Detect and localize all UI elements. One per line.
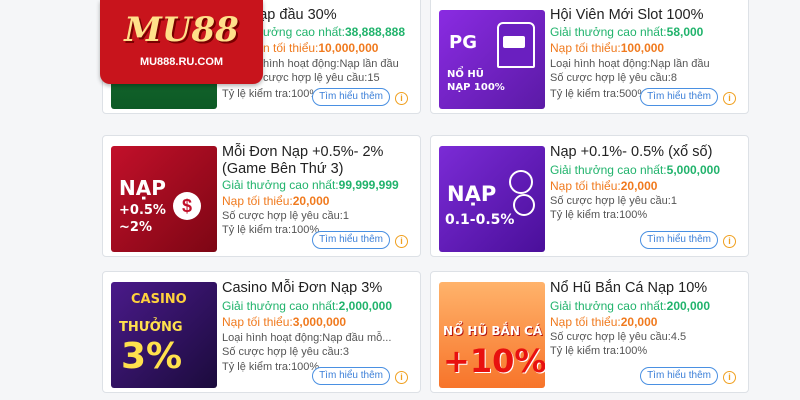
max-reward: Giải thưởng cao nhất:5,000,000 — [550, 163, 721, 177]
check-rate: Tỷ lệ kiểm tra:100% — [550, 345, 648, 357]
max-reward: ưởng cao nhất:38,888,888 — [263, 25, 406, 39]
thumb-title: CASINO — [131, 292, 187, 307]
promo-card-fish-slot[interactable]: NỔ HŨ BẮN CÁ +10% Nổ Hũ Bắn Cá Nạp 10% G… — [430, 271, 749, 393]
max-reward: Giải thưởng cao nhất:99,999,999 — [222, 178, 399, 192]
check-rate: Tỷ lệ kiểm tra:100% — [222, 88, 320, 100]
info-icon[interactable]: i — [723, 235, 736, 248]
promo-info: Hội Viên Mới Slot 100% Giải thưởng cao n… — [550, 0, 742, 113]
brand-logo[interactable]: MU88 MU888.RU.COM — [100, 0, 263, 84]
min-deposit: n tối thiểu:10,000,000 — [263, 41, 379, 55]
min-deposit: Nạp tối thiểu:100,000 — [550, 41, 665, 55]
thumb-caption: NỔ HŨ NẠP 100% — [447, 69, 505, 93]
promo-title: Hội Viên Mới Slot 100% — [550, 7, 704, 23]
activity-type: Loại hình hoạt động:Nạp đầu mỗ... — [222, 332, 392, 344]
promo-thumbnail: NẠP 0.1-0.5% — [439, 146, 545, 252]
info-icon[interactable]: i — [723, 371, 736, 384]
promo-info: Nạp +0.1%- 0.5% (xổ số) Giải thưởng cao … — [550, 136, 742, 256]
max-reward: Giải thưởng cao nhất:200,000 — [550, 299, 711, 313]
activity-type: Loại hình hoạt động:Nạp lần đầu — [550, 58, 710, 70]
promo-info: Casino Mỗi Đơn Nạp 3% Giải thưởng cao nh… — [222, 272, 414, 392]
lottery-ball-icon — [513, 194, 535, 216]
lottery-ball-icon — [509, 170, 533, 194]
max-reward: Giải thưởng cao nhất:2,000,000 — [222, 299, 393, 313]
max-reward: Giải thưởng cao nhất:58,000 — [550, 25, 704, 39]
info-icon[interactable]: i — [395, 235, 408, 248]
valid-bets: Số cược hợp lệ yêu cầu:3 — [222, 346, 349, 358]
promo-thumbnail: NẠP +0.5% ~2% $ — [111, 146, 217, 252]
valid-bets: Số cược hợp lệ yêu cầu:1 — [222, 210, 349, 222]
promo-thumbnail: NỔ HŨ BẮN CÁ +10% — [439, 282, 545, 388]
promo-thumbnail: CASINO THƯỞNG 3% — [111, 282, 217, 388]
learn-more-button[interactable]: Tìm hiểu thêm — [640, 88, 718, 106]
thumb-big-value: +10% — [443, 342, 545, 380]
thumb-caption: +0.5% ~2% — [119, 203, 166, 235]
pg-logo: PG — [449, 32, 477, 53]
valid-bets: Số cược hợp lệ yêu cầu:1 — [550, 195, 677, 207]
promo-card-slot-new-member[interactable]: PG NỔ HŨ NẠP 100% Hội Viên Mới Slot 100%… — [430, 0, 749, 114]
learn-more-button[interactable]: Tìm hiểu thêm — [640, 231, 718, 249]
promo-card-lottery[interactable]: NẠP 0.1-0.5% Nạp +0.1%- 0.5% (xổ số) Giả… — [430, 135, 749, 257]
check-rate: Tỷ lệ kiểm tra:100% — [222, 224, 320, 236]
promo-card-third-party[interactable]: NẠP +0.5% ~2% $ Mỗi Đơn Nạp +0.5%- 2% (Ga… — [102, 135, 421, 257]
info-icon[interactable]: i — [395, 371, 408, 384]
thumb-title: NẠP — [119, 176, 166, 200]
learn-more-button[interactable]: Tìm hiểu thêm — [640, 367, 718, 385]
thumb-caption: THƯỞNG — [119, 320, 183, 335]
promo-card-casino[interactable]: CASINO THƯỞNG 3% Casino Mỗi Đơn Nạp 3% G… — [102, 271, 421, 393]
learn-more-button[interactable]: Tìm hiểu thêm — [312, 231, 390, 249]
promo-title: Casino Mỗi Đơn Nạp 3% — [222, 280, 383, 296]
check-rate: Tỷ lệ kiểm tra:100% — [222, 361, 320, 373]
coin-stack-icon: $ — [173, 192, 201, 220]
promo-title: Nổ Hũ Bắn Cá Nạp 10% — [550, 280, 708, 296]
check-rate: Tỷ lệ kiểm tra:100% — [550, 209, 648, 221]
promo-thumbnail: PG NỔ HŨ NẠP 100% — [439, 10, 545, 109]
promo-title: Nạp +0.1%- 0.5% (xổ số) — [550, 144, 713, 160]
info-icon[interactable]: i — [723, 92, 736, 105]
valid-bets: cược hợp lệ yêu cầu:15 — [263, 72, 380, 84]
brand-site: MU888.RU.COM — [139, 56, 224, 68]
thumb-caption: 0.1-0.5% — [445, 212, 515, 228]
learn-more-button[interactable]: Tìm hiểu thêm — [312, 367, 390, 385]
valid-bets: Số cược hợp lệ yêu cầu:8 — [550, 72, 677, 84]
info-icon[interactable]: i — [395, 92, 408, 105]
promo-info: Nổ Hũ Bắn Cá Nạp 10% Giải thưởng cao nhấ… — [550, 272, 742, 392]
learn-more-button[interactable]: Tìm hiểu thêm — [312, 88, 390, 106]
min-deposit: Nạp tối thiểu:20,000 — [222, 194, 330, 208]
min-deposit: Nạp tối thiểu:20,000 — [550, 315, 658, 329]
thumb-big-value: 3% — [121, 336, 183, 377]
promo-title: Mỗi Đơn Nạp +0.5%- 2% (Game Bên Thứ 3) — [222, 144, 384, 177]
valid-bets: Số cược hợp lệ yêu cầu:4.5 — [550, 331, 687, 343]
min-deposit: Nạp tối thiểu:3,000,000 — [222, 315, 347, 329]
thumb-title: NẠP — [447, 182, 497, 206]
min-deposit: Nạp tối thiểu:20,000 — [550, 179, 658, 193]
activity-type: hình hoạt động:Nạp lần đầu — [263, 58, 399, 70]
check-rate: Tỷ lệ kiểm tra:500% — [550, 88, 648, 100]
slot-machine-icon — [497, 22, 535, 68]
thumb-title: NỔ HŨ BẮN CÁ — [443, 324, 543, 338]
promo-info: Mỗi Đơn Nạp +0.5%- 2% (Game Bên Thứ 3) Gi… — [222, 136, 414, 256]
brand-name: MU88 — [124, 10, 239, 50]
